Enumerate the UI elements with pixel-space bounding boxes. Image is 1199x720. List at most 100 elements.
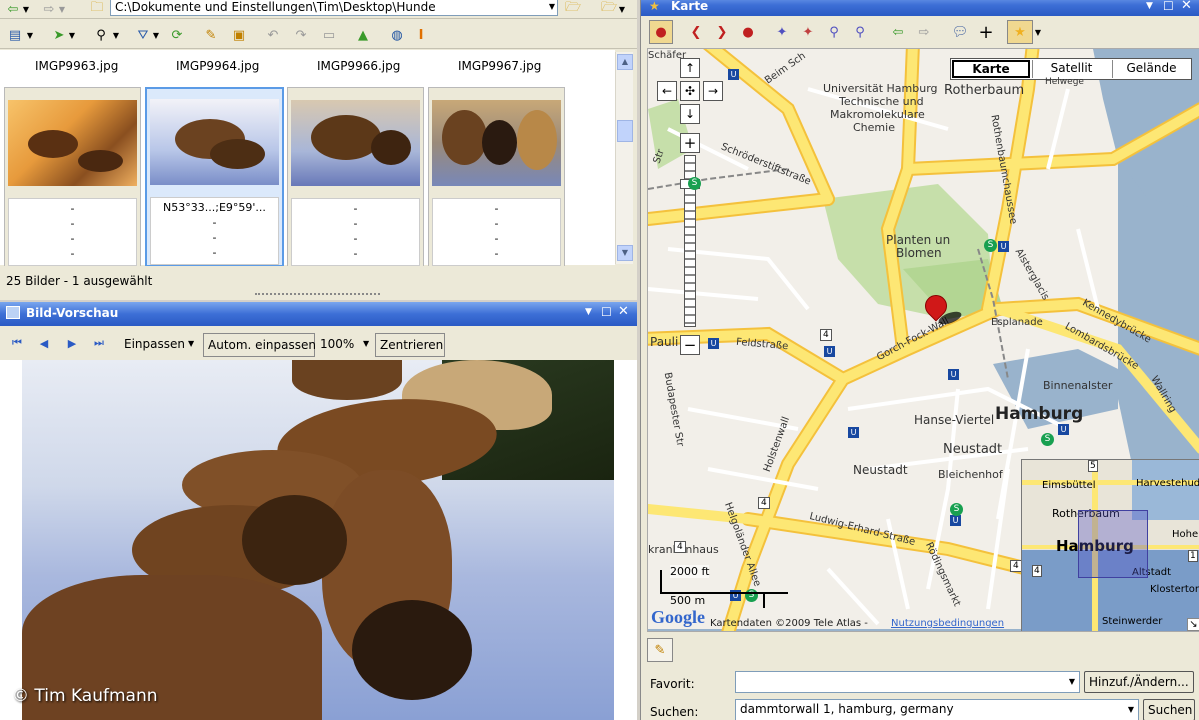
- binoculars-dropdown-icon[interactable]: ▼: [110, 25, 122, 45]
- file-meta: -: [494, 217, 499, 230]
- thumbnail-item[interactable]: - - - -: [428, 87, 565, 267]
- zoom-in-button[interactable]: +: [680, 133, 700, 153]
- multi-marker-red-icon[interactable]: ✦: [797, 22, 819, 42]
- overview-viewport[interactable]: [1078, 510, 1148, 578]
- search-value: dammtorwall 1, hamburg, germany: [740, 702, 954, 716]
- speech-bubble-icon[interactable]: 💬︎: [949, 22, 971, 42]
- first-image-icon[interactable]: ⏮: [6, 333, 28, 353]
- scroll-down-button[interactable]: ▼: [617, 245, 633, 261]
- pencil-edit-icon[interactable]: ✎: [647, 638, 673, 662]
- binoculars-icon[interactable]: ⚲: [90, 25, 112, 45]
- view-icon[interactable]: ▤: [4, 25, 26, 45]
- zoom-label: 100%: [320, 337, 355, 351]
- save-icon[interactable]: ▭: [318, 25, 340, 45]
- zoom-marker-icon[interactable]: ⚲: [823, 22, 845, 42]
- chevron-down-icon: ▼: [188, 339, 195, 348]
- splitter-grip[interactable]: [255, 293, 380, 297]
- overview-map[interactable]: 5 Eimsbüttel Harvestehude Rotherbaum Ham…: [1021, 459, 1199, 631]
- auto-fit-button[interactable]: Autom. einpassen: [203, 333, 316, 357]
- fit-label: Einpassen: [124, 337, 185, 351]
- scroll-up-button[interactable]: ▲: [617, 54, 633, 70]
- scale-ft: 2000 ft: [670, 565, 710, 578]
- folder-options-dropdown-icon[interactable]: ▼: [616, 0, 628, 19]
- previous-image-icon[interactable]: ◀: [33, 333, 55, 353]
- favorit-dropdown[interactable]: ▼: [735, 671, 1080, 693]
- preview-image: © Tim Kaufmann: [0, 360, 637, 720]
- close-icon[interactable]: ✕: [618, 304, 629, 319]
- map-label: Neustadt: [853, 463, 908, 477]
- pan-up-button[interactable]: ↑: [680, 58, 700, 78]
- filter-dropdown-icon[interactable]: ▼: [150, 25, 162, 45]
- road-number: 4: [758, 497, 770, 509]
- file-meta: -: [70, 247, 75, 260]
- refresh-icon[interactable]: ⟳: [166, 25, 188, 45]
- map-type-gelaende-button[interactable]: Gelände: [1112, 60, 1190, 78]
- road-number: 4: [674, 541, 686, 553]
- address-field[interactable]: C:\Dokumente und Einstellungen\Tim\Deskt…: [110, 0, 558, 16]
- tree-icon[interactable]: ▲: [352, 25, 374, 45]
- map-canvas[interactable]: Karte Satellit Gelände ↑ ← ✣ → ↓ + − Rot…: [647, 48, 1199, 632]
- edit-icon[interactable]: ✎: [200, 25, 222, 45]
- thumbnail-item-selected[interactable]: N53°33...;E9°59'... - - -: [145, 87, 284, 267]
- maximize-icon[interactable]: ☐: [601, 305, 612, 319]
- pan-left-button[interactable]: ←: [657, 81, 677, 101]
- dropdown-icon[interactable]: ▼: [585, 307, 592, 317]
- back-dropdown-icon[interactable]: ▼: [20, 0, 32, 19]
- search-button[interactable]: Suchen: [1143, 699, 1195, 720]
- map-type-satellit-button[interactable]: Satellit: [1032, 60, 1110, 78]
- auto-fit-label: Autom. einpassen: [208, 338, 316, 352]
- thumbnail-item[interactable]: - - - -: [4, 87, 141, 267]
- address-dropdown-icon[interactable]: ▼: [549, 2, 555, 11]
- file-meta: -: [494, 202, 499, 215]
- scroll-thumb[interactable]: [617, 120, 633, 142]
- terms-link[interactable]: Nutzungsbedingungen: [891, 618, 1004, 629]
- chevron-down-icon: ▼: [363, 339, 370, 348]
- pan-down-button[interactable]: ↓: [680, 104, 700, 124]
- folder-browse-icon[interactable]: 🗁: [562, 0, 584, 19]
- fit-dropdown[interactable]: Einpassen ▼: [119, 333, 201, 355]
- map-label: Neustadt: [943, 442, 1003, 457]
- maximize-icon[interactable]: ☐: [1163, 0, 1174, 13]
- subway-station-icon: U: [950, 515, 961, 526]
- dropdown-icon[interactable]: ▼: [1146, 1, 1153, 11]
- info-icon[interactable]: I: [410, 25, 432, 45]
- file-name: IMGP9967.jpg: [458, 59, 542, 73]
- map-label: Universität Hamburg: [823, 82, 938, 95]
- marker-icon[interactable]: ●: [737, 22, 759, 42]
- forward-dropdown-icon[interactable]: ▼: [56, 0, 68, 19]
- globe-icon[interactable]: ◍: [386, 25, 408, 45]
- crosshair-icon[interactable]: +: [975, 22, 997, 43]
- multi-marker-icon[interactable]: ✦: [771, 22, 793, 42]
- subway-station-icon: U: [1058, 424, 1069, 435]
- pan-center-button[interactable]: ✣: [680, 81, 700, 101]
- next-image-icon[interactable]: ▶: [61, 333, 83, 353]
- zoom-out-button[interactable]: −: [680, 335, 700, 355]
- zoom-search-icon[interactable]: ⚲: [849, 22, 871, 42]
- move-dropdown-icon[interactable]: ▼: [66, 25, 78, 45]
- zoom-dropdown[interactable]: 100% ▼: [315, 333, 375, 355]
- folder-up-icon[interactable]: 🗀: [86, 0, 108, 19]
- favorite-star-icon[interactable]: ★: [1007, 20, 1033, 44]
- favorite-dropdown-icon[interactable]: ▼: [1033, 22, 1043, 42]
- marker-back-icon[interactable]: ❮: [685, 22, 707, 42]
- thumbnail-item[interactable]: - - - -: [287, 87, 424, 267]
- undo-icon[interactable]: ↶: [262, 25, 284, 45]
- place-marker-icon[interactable]: ●: [649, 20, 673, 44]
- redo-icon[interactable]: ↷: [290, 25, 312, 45]
- map-type-karte-button[interactable]: Karte: [952, 60, 1030, 78]
- file-meta: -: [212, 246, 217, 259]
- last-image-icon[interactable]: ⏭: [88, 333, 110, 353]
- marker-forward-icon[interactable]: ❯: [711, 22, 733, 42]
- arrow-right-icon[interactable]: ⇨: [913, 22, 935, 42]
- close-icon[interactable]: ✕: [1181, 0, 1192, 13]
- overview-collapse-icon[interactable]: ↘: [1187, 618, 1199, 631]
- add-change-button[interactable]: Hinzuf./Ändern...: [1084, 671, 1194, 693]
- arrow-left-icon[interactable]: ⇦: [887, 22, 909, 42]
- road-number: 4: [1010, 560, 1022, 572]
- image-icon[interactable]: ▣: [228, 25, 250, 45]
- search-input[interactable]: dammtorwall 1, hamburg, germany ▼: [735, 699, 1139, 720]
- view-dropdown-icon[interactable]: ▼: [24, 25, 36, 45]
- center-button[interactable]: Zentrieren: [375, 333, 445, 357]
- pan-right-button[interactable]: →: [703, 81, 723, 101]
- file-view-scrollbar[interactable]: ▲ ▼: [615, 52, 633, 264]
